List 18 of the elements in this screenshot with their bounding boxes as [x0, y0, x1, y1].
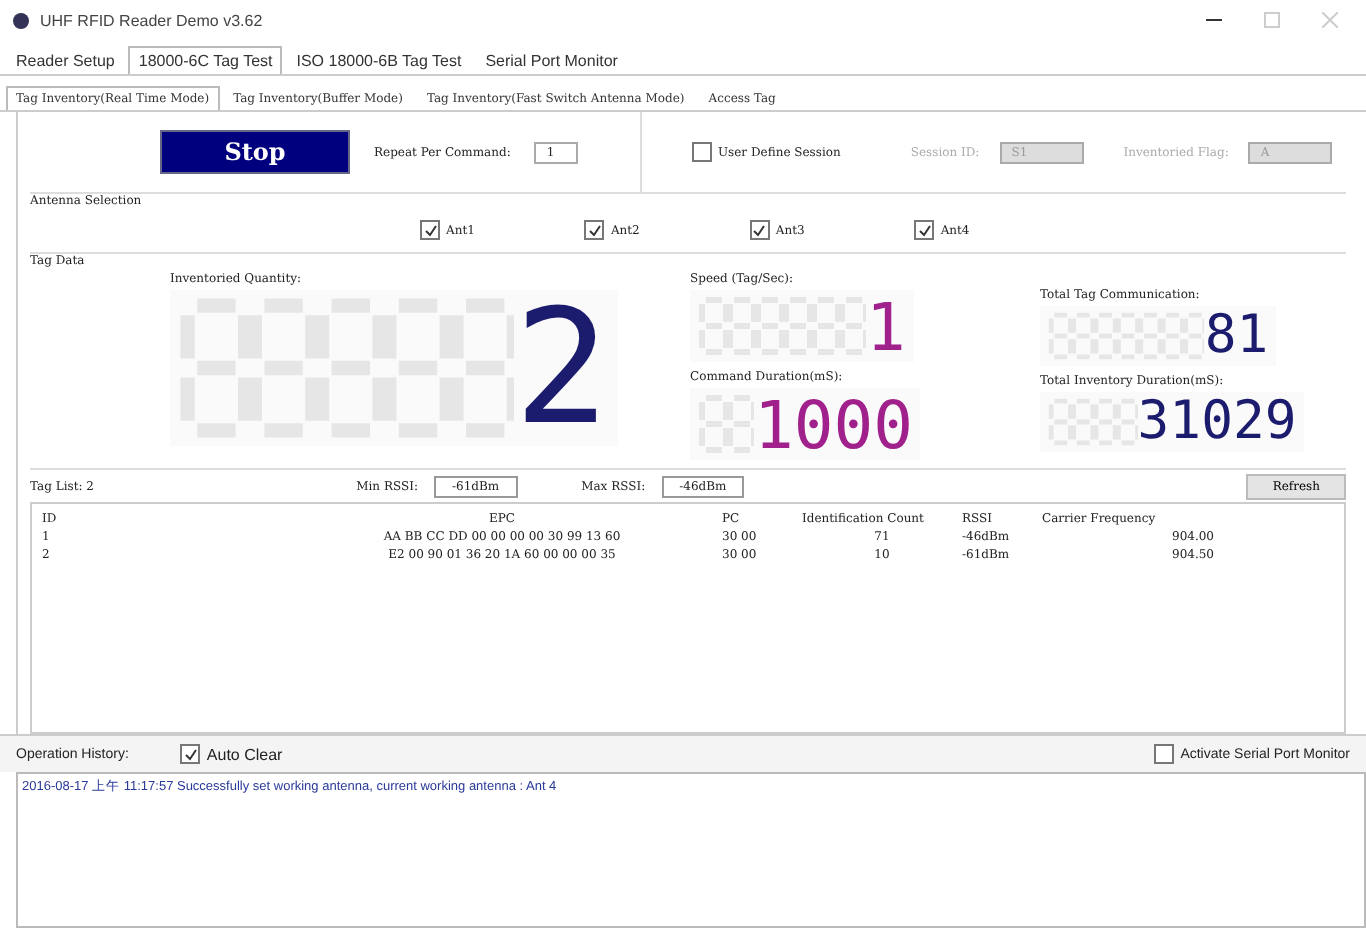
- display-value: 1: [866, 293, 906, 359]
- serial-monitor-checkbox[interactable]: [1154, 744, 1175, 764]
- app-icon: [12, 11, 30, 29]
- display-value: 1000: [754, 391, 913, 457]
- antenna-checkbox[interactable]: [584, 220, 605, 240]
- window-title: UHF RFID Reader Demo v3.62: [40, 11, 265, 29]
- menu-tab[interactable]: 18000-6C Tag Test: [128, 46, 283, 74]
- antenna-checkbox[interactable]: [749, 220, 770, 240]
- auto-clear-checkbox[interactable]: [180, 744, 201, 764]
- menu-tab[interactable]: Serial Port Monitor: [475, 46, 628, 74]
- menu-tab[interactable]: Reader Setup: [6, 46, 125, 74]
- display-value: 81: [1204, 309, 1269, 363]
- antenna-checkbox[interactable]: [914, 220, 935, 240]
- menu-tab[interactable]: ISO 18000-6B Tag Test: [286, 46, 472, 74]
- display-value: 31029: [1137, 395, 1297, 449]
- display-value: 2: [514, 288, 610, 448]
- checkbox-label: Auto Clear: [206, 745, 283, 763]
- antenna-checkbox[interactable]: [420, 220, 440, 240]
